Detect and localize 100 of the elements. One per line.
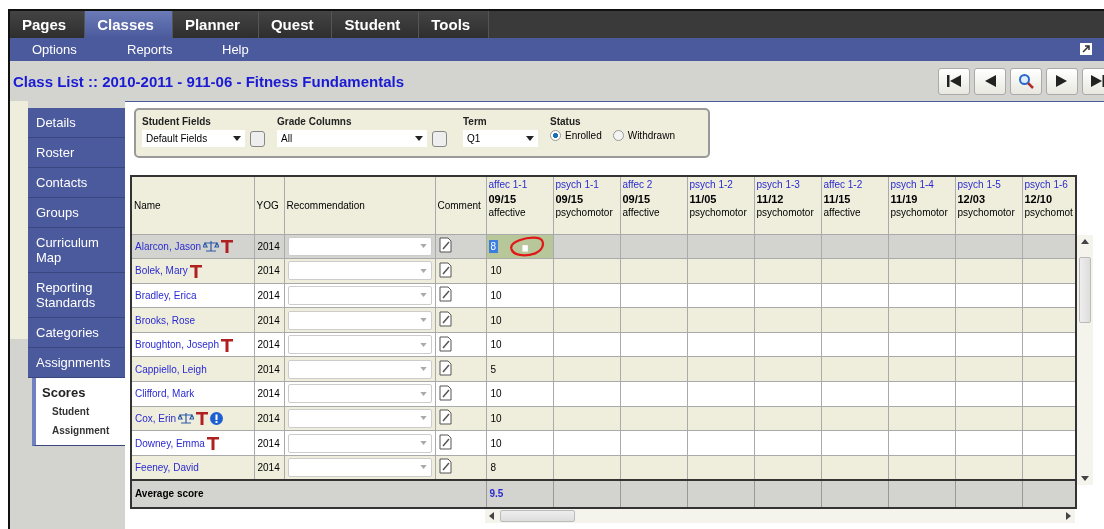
score-value[interactable]: 8 — [489, 240, 498, 252]
score-value[interactable]: 10 — [489, 290, 503, 301]
sidebar-item[interactable]: Scores Student Assignment — [32, 378, 125, 446]
name-cell[interactable]: Bradley, Erica — [131, 283, 254, 308]
caret-icon — [419, 416, 427, 421]
sidebar-item[interactable]: Roster — [28, 138, 125, 168]
student-link[interactable]: Clifford, Mark — [135, 388, 195, 400]
sidebar-item[interactable]: Assignments — [28, 348, 125, 378]
scroll-up-icon[interactable] — [1081, 239, 1089, 244]
column-header[interactable]: psych 1-5 12/03 psychomotor — [955, 176, 1022, 234]
sidebar-item[interactable]: Contacts — [28, 168, 125, 198]
score-value[interactable]: 5 — [489, 363, 498, 375]
comment-edit-icon[interactable] — [438, 434, 452, 451]
menu-item[interactable]: Help — [222, 42, 317, 57]
sidebar-item[interactable]: Categories — [28, 318, 125, 348]
score-value[interactable]: 10 — [489, 314, 503, 326]
nav-tab[interactable]: Classes — [85, 11, 173, 38]
sidebar-subitem[interactable]: Student — [42, 400, 117, 419]
more-button[interactable] — [432, 130, 447, 147]
alert-icon — [210, 411, 224, 425]
dropdown[interactable]: Q1 — [463, 130, 538, 147]
first-button[interactable] — [938, 67, 970, 95]
scroll-thumb[interactable] — [500, 509, 575, 522]
column-header[interactable]: psych 1-1 09/15 psychomotor — [553, 176, 620, 234]
score-value[interactable]: 8 — [489, 461, 498, 473]
nav-tab[interactable]: Student — [332, 11, 420, 38]
student-link[interactable]: Downey, Emma — [135, 437, 205, 449]
comment-edit-icon[interactable] — [438, 286, 452, 303]
nav-tab[interactable]: Quest — [258, 11, 333, 38]
column-header[interactable]: psych 1-6 12/10 psychomot — [1022, 176, 1076, 234]
dropdown[interactable]: Default Fields — [142, 130, 245, 147]
name-cell[interactable]: Cappiello, Leigh — [131, 356, 254, 382]
score-value[interactable]: 10 — [489, 339, 503, 351]
sidebar-item[interactable]: Details — [28, 108, 125, 138]
scroll-down-icon[interactable] — [1081, 476, 1089, 481]
dropdown[interactable]: All — [277, 130, 427, 147]
score-value[interactable]: 10 — [489, 412, 503, 424]
student-link[interactable]: Brooks, Rose — [135, 314, 196, 326]
scroll-right-icon[interactable] — [1066, 511, 1071, 520]
score-value[interactable]: 10 — [489, 388, 503, 400]
comment-edit-icon[interactable] — [438, 237, 452, 254]
student-link[interactable]: Broughton, Joseph — [135, 339, 219, 351]
comment-edit-icon[interactable] — [438, 458, 452, 475]
nav-tab[interactable]: Planner — [172, 11, 259, 38]
sidebar-item[interactable]: Reporting Standards — [28, 273, 125, 318]
student-link[interactable]: Bradley, Erica — [135, 290, 197, 301]
column-header[interactable]: Comment — [435, 176, 486, 234]
scroll-thumb[interactable] — [1079, 257, 1091, 323]
score-value[interactable]: 10 — [489, 265, 503, 277]
column-header[interactable]: psych 1-3 11/12 psychomotor — [754, 176, 821, 234]
name-cell[interactable]: Brooks, Rose — [131, 307, 254, 333]
nav-tab[interactable]: Pages — [10, 11, 86, 38]
sidebar-item[interactable]: Curriculum Map — [28, 228, 125, 273]
average-value: 9.5 — [486, 479, 553, 508]
student-link[interactable]: Alarcon, Jason — [135, 240, 202, 252]
comment-edit-icon[interactable] — [438, 384, 452, 401]
last-icon — [1090, 74, 1104, 88]
column-header[interactable]: affec 2 09/15 affective — [620, 176, 687, 234]
sidebar-subitem[interactable]: Assignment — [42, 419, 117, 438]
previous-button[interactable] — [974, 67, 1006, 95]
radio-button[interactable] — [612, 130, 624, 141]
student-link[interactable]: Bolek, Mary — [135, 265, 188, 277]
menu-item[interactable]: Reports — [127, 42, 222, 57]
name-cell[interactable]: Broughton, Joseph — [131, 332, 254, 357]
name-cell[interactable]: Downey, Emma — [131, 430, 254, 456]
radio-option[interactable]: Enrolled — [550, 130, 602, 141]
scroll-left-icon[interactable] — [489, 511, 494, 520]
column-header[interactable]: psych 1-2 11/05 psychomotor — [687, 176, 754, 234]
comment-edit-icon[interactable] — [438, 261, 452, 278]
student-link[interactable]: Cox, Erin — [135, 412, 177, 424]
student-link[interactable]: Feeney, David — [135, 461, 199, 473]
last-button[interactable] — [1082, 67, 1104, 95]
radio-option[interactable]: Withdrawn — [612, 130, 675, 141]
name-cell[interactable]: Alarcon, Jason — [131, 234, 254, 259]
column-header[interactable]: Recommendation — [284, 176, 435, 234]
name-cell[interactable]: Clifford, Mark — [131, 381, 254, 407]
more-button[interactable] — [250, 130, 265, 147]
comment-edit-icon[interactable] — [438, 409, 452, 426]
comment-edit-icon[interactable] — [438, 335, 452, 352]
name-cell[interactable]: Feeney, David — [131, 455, 254, 480]
sidebar-item[interactable]: Groups — [28, 198, 125, 228]
score-value[interactable]: 10 — [489, 437, 503, 449]
column-header[interactable]: psych 1-4 11/19 psychomotor — [888, 176, 955, 234]
next-button[interactable] — [1046, 67, 1078, 95]
column-header[interactable]: Name — [131, 176, 254, 234]
next-icon — [1055, 74, 1069, 88]
vertical-scrollbar[interactable] — [1077, 235, 1093, 485]
column-header[interactable]: affec 1-2 11/15 affective — [821, 176, 888, 234]
column-header[interactable]: affec 1-1 09/15 affective — [486, 176, 553, 234]
expand-icon[interactable] — [1080, 43, 1092, 55]
name-cell[interactable]: Bolek, Mary — [131, 258, 254, 284]
menu-item[interactable]: Options — [32, 42, 127, 57]
nav-tab[interactable]: Tools — [419, 11, 490, 38]
name-cell[interactable]: Cox, Erin — [131, 406, 254, 431]
search-button[interactable] — [1010, 67, 1042, 95]
column-header[interactable]: YOG — [254, 176, 284, 234]
comment-edit-icon[interactable] — [438, 360, 452, 377]
radio-button[interactable] — [550, 130, 561, 141]
student-link[interactable]: Cappiello, Leigh — [135, 363, 207, 375]
comment-edit-icon[interactable] — [438, 311, 452, 328]
